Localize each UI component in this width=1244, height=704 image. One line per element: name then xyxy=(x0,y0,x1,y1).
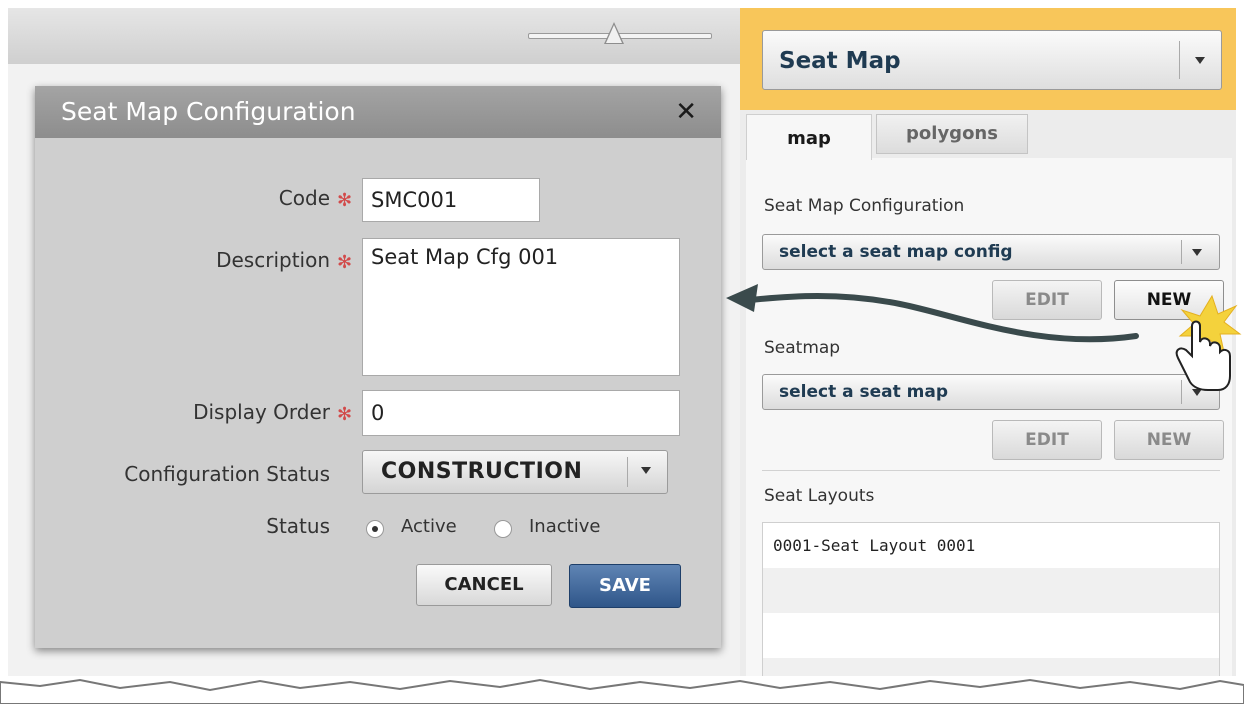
arrow-head-icon xyxy=(726,284,758,312)
annotation-arrow xyxy=(747,293,1139,343)
annotation-overlay xyxy=(726,284,1242,391)
torn-edge xyxy=(0,676,1244,704)
